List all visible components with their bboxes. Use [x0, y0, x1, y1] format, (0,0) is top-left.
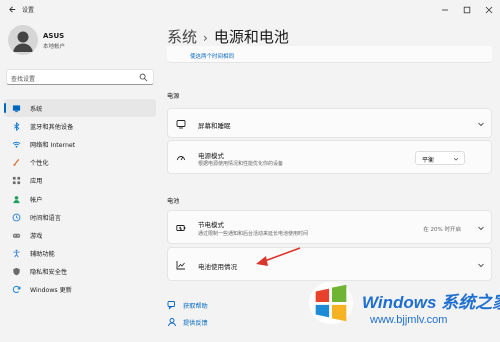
breadcrumb-system[interactable]: 系统 — [167, 28, 197, 46]
sidebar-item-shield[interactable]: 隐私和安全性 — [4, 263, 156, 281]
page-title: 电源和电池 — [213, 28, 289, 46]
get-help-label: 获取帮助 — [183, 302, 208, 310]
gamepad-icon — [12, 231, 21, 240]
section-battery-label: 电池 — [167, 198, 180, 205]
sidebar-item-accessibility[interactable]: 辅助功能 — [4, 245, 156, 263]
title-bar: 设置 — [0, 0, 500, 20]
sidebar-item-label: 系统 — [30, 105, 43, 113]
minimize-icon — [442, 9, 448, 11]
sidebar-item-label: 时间和语言 — [30, 214, 61, 222]
power-mode-card: 电源模式 根据电源使用情况和性能优化你的设备 平衡 — [167, 140, 492, 174]
feedback-label: 提供反馈 — [183, 319, 208, 327]
battery-saver-subtitle: 通过限制一些通知和后台活动来延长电池使用时间 — [198, 231, 309, 237]
battery-usage-card[interactable]: 电池使用情况 — [167, 247, 492, 281]
battery-saver-status: 在 20% 时开启 — [423, 227, 461, 233]
sidebar-item-label: 隐私和安全性 — [30, 269, 68, 277]
close-button[interactable] — [478, 0, 500, 20]
screen-sleep-icon — [176, 120, 186, 129]
sidebar-item-wifi[interactable]: 网络和 Internet — [4, 135, 156, 153]
person-icon — [12, 195, 21, 204]
accessibility-icon — [12, 249, 21, 258]
breadcrumb: 系统 › 电源和电池 — [167, 26, 289, 47]
back-arrow-icon[interactable] — [8, 5, 17, 14]
user-name: ASUS — [43, 32, 65, 40]
sidebar-nav: 系统蓝牙和其他设备 网络和 Internet 个性化应用帐户时间和语言游戏辅助功能隐… — [4, 99, 156, 299]
sidebar-item-person[interactable]: 帐户 — [4, 190, 156, 208]
sidebar-item-label: 游戏 — [30, 232, 43, 240]
power-mode-icon — [177, 156, 185, 161]
update-icon — [12, 285, 21, 294]
user-account-type: 本地帐户 — [43, 44, 66, 50]
sidebar-item-bluetooth[interactable]: 蓝牙和其他设备 — [4, 117, 156, 135]
sidebar-item-label: 应用 — [30, 178, 43, 186]
help-icon — [167, 301, 175, 310]
section-power-label: 电源 — [167, 93, 180, 100]
battery-saver-title: 节电模式 — [198, 221, 224, 229]
watermark: Windows 系统之家 www.bjjmlv.com — [300, 278, 500, 342]
get-help-link[interactable]: 获取帮助 — [167, 300, 208, 310]
search-icon[interactable] — [139, 73, 148, 82]
sidebar-item-label: Windows 更新 — [30, 287, 72, 295]
search-placeholder: 查找设置 — [11, 76, 36, 83]
breadcrumb-separator: › — [203, 31, 208, 45]
make-times-same-link[interactable]: 使这两个时间相同 — [190, 52, 234, 60]
sidebar-item-update[interactable]: Windows 更新 — [4, 281, 156, 299]
close-icon — [485, 6, 493, 14]
avatar[interactable] — [8, 25, 38, 55]
user-avatar-icon — [13, 31, 33, 52]
battery-saver-icon — [176, 225, 186, 231]
power-mode-value: 平衡 — [422, 157, 435, 164]
maximize-button[interactable] — [456, 0, 478, 20]
battery-saver-card[interactable]: 节电模式 通过限制一些通知和后台活动来延长电池使用时间 在 20% 时开启 — [167, 210, 492, 244]
sidebar-item-label: 网络和 Internet — [30, 141, 76, 149]
chevron-down-icon — [478, 122, 484, 127]
sidebar-item-apps[interactable]: 应用 — [4, 172, 156, 190]
sidebar-item-globe-clock[interactable]: 时间和语言 — [4, 208, 156, 226]
chevron-down-icon — [478, 263, 484, 268]
window-title: 设置 — [22, 7, 35, 14]
sidebar-item-label: 蓝牙和其他设备 — [30, 123, 74, 131]
shield-icon — [12, 267, 21, 276]
power-mode-select[interactable]: 平衡 — [415, 151, 465, 165]
battery-usage-title: 电池使用情况 — [198, 263, 237, 271]
apps-icon — [12, 176, 21, 185]
feedback-link[interactable]: 提供反馈 — [167, 317, 208, 327]
brush-icon — [12, 158, 21, 167]
system-icon — [12, 104, 21, 113]
search-input[interactable]: 查找设置 — [6, 69, 154, 85]
active-indicator — [4, 103, 6, 113]
screen-sleep-title: 屏幕和睡眠 — [198, 122, 231, 130]
watermark-title: Windows 系统之家 — [362, 293, 500, 312]
sidebar-item-system[interactable]: 系统 — [4, 99, 156, 118]
chevron-down-icon — [453, 158, 459, 161]
sidebar-item-gamepad[interactable]: 游戏 — [4, 226, 156, 244]
globe-clock-icon — [12, 213, 21, 222]
chevron-down-icon — [478, 226, 484, 231]
windows-logo-icon — [308, 281, 354, 325]
sidebar-item-label: 个性化 — [30, 160, 49, 168]
bluetooth-icon — [12, 121, 21, 131]
minimize-button[interactable] — [434, 0, 456, 20]
power-mode-subtitle: 根据电源使用情况和性能优化你的设备 — [198, 161, 284, 167]
power-mode-title: 电源模式 — [198, 152, 224, 160]
sidebar-item-label: 辅助功能 — [30, 251, 55, 259]
wifi-icon — [12, 140, 21, 149]
sidebar-item-brush[interactable]: 个性化 — [4, 154, 156, 172]
chart-icon — [176, 261, 185, 270]
screen-sleep-card[interactable]: 屏幕和睡眠 — [167, 108, 492, 138]
sidebar-item-label: 帐户 — [30, 196, 43, 204]
watermark-url: www.bjjmlv.com — [370, 314, 448, 326]
maximize-icon — [463, 6, 471, 14]
feedback-icon — [168, 318, 176, 327]
